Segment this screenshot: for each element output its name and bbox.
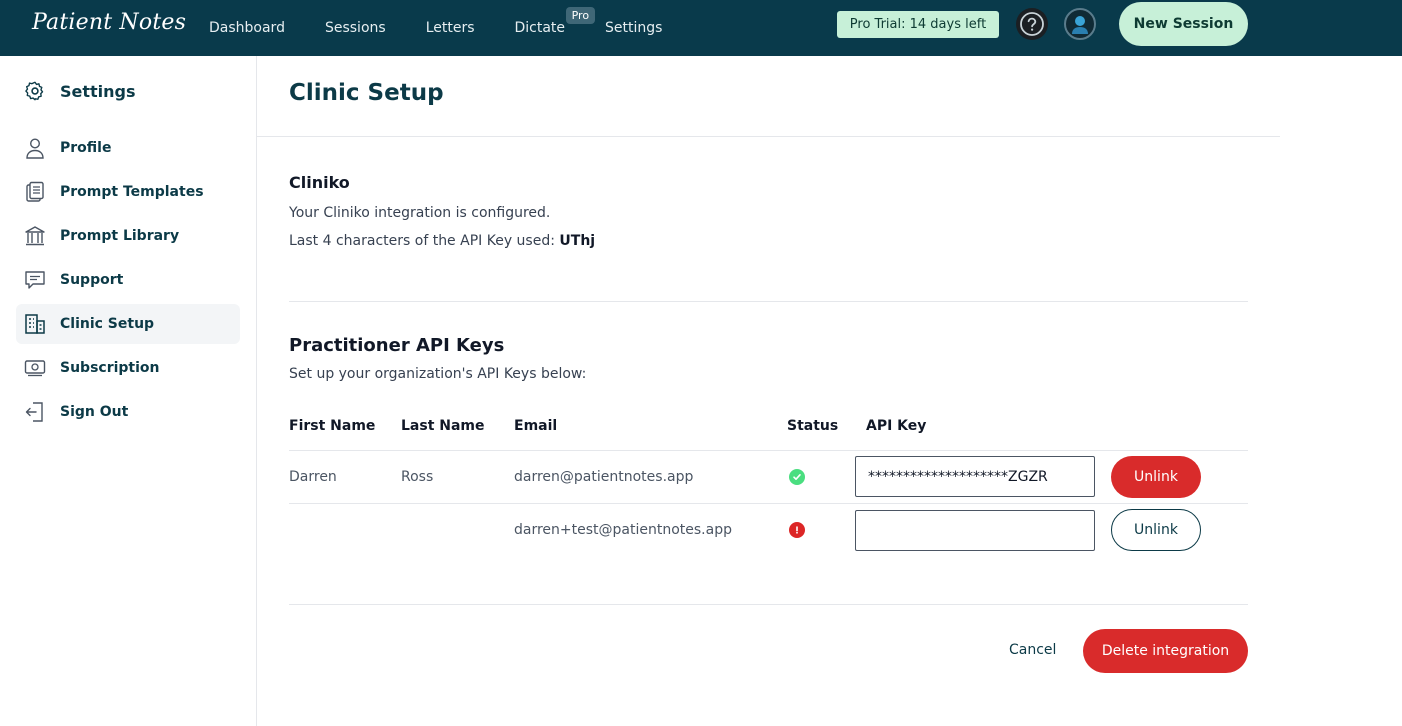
cell-email: darren+test@patientnotes.app [514,522,732,538]
sidebar-item-label: Prompt Templates [60,184,204,200]
title-divider [257,136,1280,137]
cliniko-configured-text: Your Cliniko integration is configured. [289,205,551,221]
sign-out-icon [24,401,46,423]
practitioner-keys-subtitle: Set up your organization's API Keys belo… [289,366,587,382]
column-header-api-key: API Key [866,418,927,434]
cell-first-name: Darren [289,469,337,485]
pro-badge: Pro [565,7,596,24]
top-navbar: Patient Notes Dashboard Sessions Letters… [0,0,1402,56]
api-key-info: Last 4 characters of the API Key used: U… [289,233,595,249]
actions-divider [289,604,1248,605]
column-header-email: Email [514,418,558,434]
sidebar-header: Settings [24,80,136,102]
page-title: Clinic Setup [289,80,444,106]
cell-email: darren@patientnotes.app [514,469,694,485]
avatar[interactable] [1064,8,1096,40]
cliniko-title: Cliniko [289,173,350,192]
sidebar-item-prompt-templates[interactable]: Prompt Templates [16,172,240,212]
section-divider [289,301,1248,302]
table-header-divider [289,450,1248,451]
settings-sidebar: Settings Profile Prompt Templates Prompt… [0,56,257,726]
delete-integration-button[interactable]: Delete integration [1083,629,1248,673]
nav-letters[interactable]: Letters [426,20,475,36]
column-header-last-name: Last Name [401,418,485,434]
nav-dictate-label: Dictate [514,20,566,36]
nav-dictate[interactable]: Dictate Pro [514,7,596,36]
sidebar-item-label: Support [60,272,124,288]
sidebar-item-prompt-library[interactable]: Prompt Library [16,216,240,256]
api-key-last4: UThj [559,233,596,249]
sidebar-item-sign-out[interactable]: Sign Out [16,392,240,432]
sidebar-item-label: Sign Out [60,404,129,420]
trial-badge[interactable]: Pro Trial: 14 days left [837,11,999,38]
app-logo[interactable]: Patient Notes [32,10,186,35]
gear-icon [25,81,44,101]
sidebar-item-clinic-setup[interactable]: Clinic Setup [16,304,240,344]
cell-last-name: Ross [401,469,434,485]
api-key-input[interactable] [855,456,1095,497]
status-error-icon [789,522,805,538]
money-icon [24,357,46,379]
api-key-input[interactable] [855,510,1095,551]
column-header-status: Status [787,418,839,434]
nav-settings[interactable]: Settings [605,20,662,36]
practitioner-keys-title: Practitioner API Keys [289,335,505,356]
unlink-button[interactable]: Unlink [1111,456,1201,498]
api-key-prefix: Last 4 characters of the API Key used: [289,233,555,249]
status-ok-icon [789,469,805,485]
sidebar-item-profile[interactable]: Profile [16,128,240,168]
sidebar-item-label: Subscription [60,360,160,376]
sidebar-item-support[interactable]: Support [16,260,240,300]
unlink-button[interactable]: Unlink [1111,509,1201,551]
nav-sessions[interactable]: Sessions [325,20,386,36]
column-header-first-name: First Name [289,418,376,434]
cancel-button[interactable]: Cancel [1009,642,1056,658]
avatar-icon [1072,16,1088,34]
row-divider [289,503,1248,504]
chat-icon [24,269,46,291]
new-session-button[interactable]: New Session [1119,2,1248,46]
sidebar-item-label: Profile [60,140,112,156]
main-nav: Dashboard Sessions Letters Dictate Pro S… [209,0,702,56]
sidebar-item-label: Prompt Library [60,228,180,244]
sidebar-header-label: Settings [60,81,136,101]
library-icon [24,225,46,247]
clipboard-icon [24,181,46,203]
sidebar-item-label: Clinic Setup [60,316,155,332]
nav-dashboard[interactable]: Dashboard [209,20,285,36]
sidebar-item-subscription[interactable]: Subscription [16,348,240,388]
building-icon [24,313,46,335]
user-icon [24,137,46,159]
question-circle-icon[interactable] [1016,8,1048,40]
